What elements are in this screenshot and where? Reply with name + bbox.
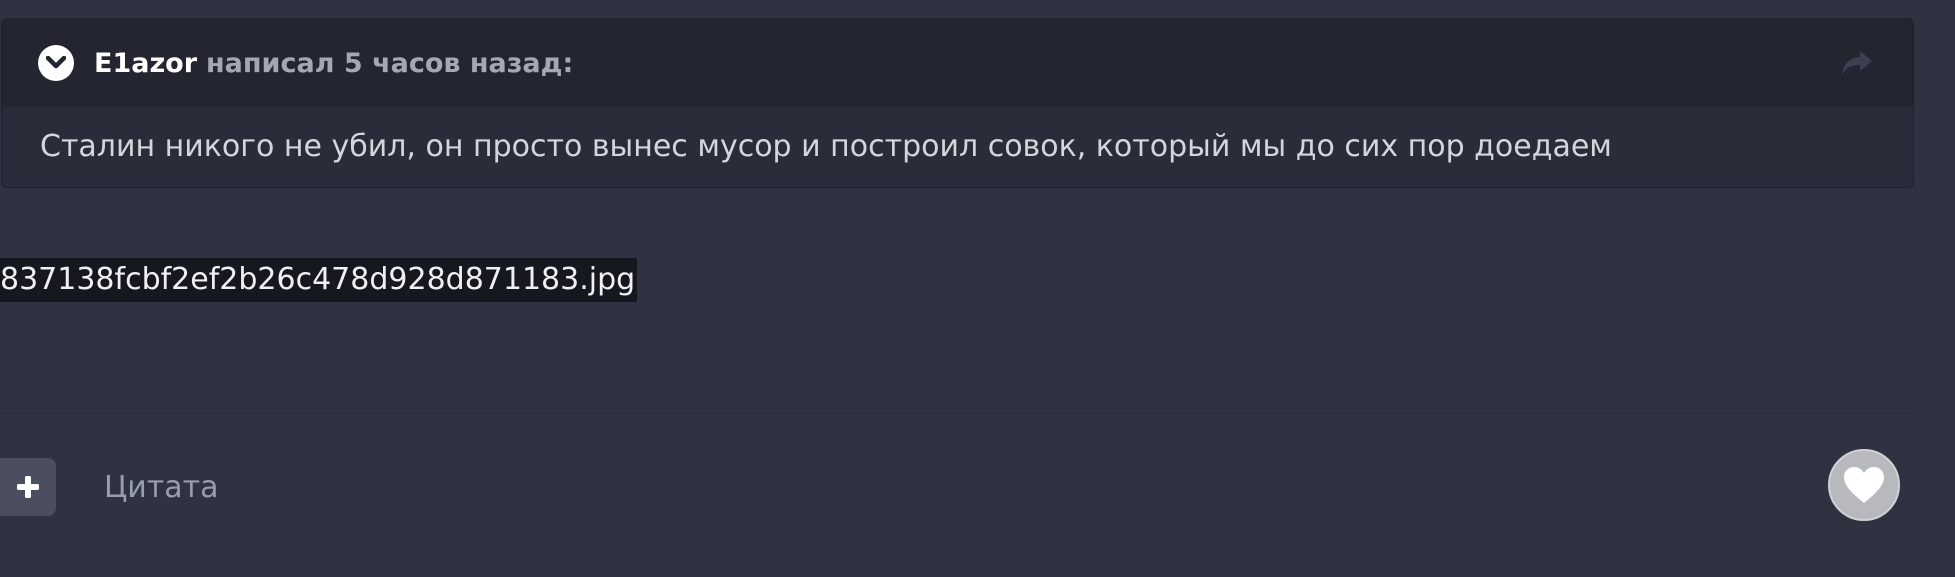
divider bbox=[0, 413, 1915, 414]
quote-link[interactable]: Цитата bbox=[104, 466, 219, 510]
attachment-filename[interactable]: 837138fcbf2ef2b26c478d928d871183.jpg bbox=[0, 258, 638, 302]
plus-icon bbox=[17, 476, 39, 498]
collapse-quote-button[interactable] bbox=[38, 45, 74, 81]
share-arrow-icon bbox=[1842, 51, 1872, 75]
quote-block: E1azor написал 5 часов назад: Сталин ник… bbox=[1, 18, 1914, 188]
chevron-down-icon bbox=[46, 56, 66, 69]
heart-icon bbox=[1844, 467, 1884, 503]
quote-header: E1azor написал 5 часов назад: bbox=[2, 19, 1913, 107]
quote-text: Сталин никого не убил, он просто вынес м… bbox=[40, 129, 1612, 164]
like-button[interactable] bbox=[1828, 449, 1900, 521]
share-button[interactable] bbox=[1837, 43, 1877, 83]
quote-meta: написал 5 часов назад: bbox=[206, 47, 574, 79]
add-button[interactable] bbox=[0, 458, 56, 516]
quote-author-link[interactable]: E1azor bbox=[94, 48, 197, 79]
post-content: E1azor написал 5 часов назад: Сталин ник… bbox=[0, 0, 1955, 577]
